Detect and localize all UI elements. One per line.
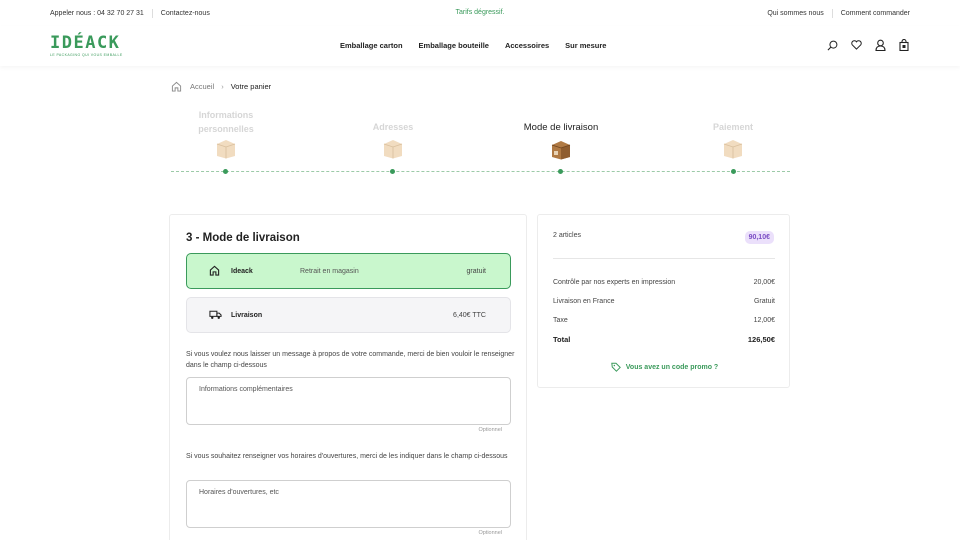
about-link[interactable]: Qui sommes nous bbox=[767, 10, 823, 17]
heart-icon[interactable] bbox=[850, 38, 862, 52]
summary-total-row: Total 126,50€ bbox=[553, 335, 775, 344]
step-dot bbox=[731, 169, 736, 174]
step-adresses[interactable]: Adresses bbox=[333, 122, 453, 159]
divider bbox=[831, 9, 833, 18]
nav-item-emballage-carton[interactable]: Emballage carton bbox=[340, 41, 403, 50]
message-textarea[interactable]: Informations complémentaires bbox=[186, 377, 511, 425]
articles-count: 2 articles bbox=[553, 232, 582, 239]
breadcrumb-current: Votre panier bbox=[230, 82, 272, 91]
step-informations[interactable]: Informations personnelles bbox=[166, 108, 286, 159]
divider bbox=[553, 258, 775, 259]
logo-text: IDÉACK bbox=[50, 33, 121, 53]
articles-total-badge: 90,10€ bbox=[744, 231, 774, 244]
nav-item-sur-mesure[interactable]: Sur mesure bbox=[565, 41, 606, 50]
message-placeholder: Informations complémentaires bbox=[199, 386, 293, 393]
logo-tagline: LE PACKAGING QUI VOUS EMBALLE bbox=[50, 53, 123, 57]
optional-label: Optionnel bbox=[478, 530, 502, 536]
top-bar: Appeler nous : 04 32 70 27 31 Contactez-… bbox=[0, 0, 960, 26]
total-label: Total bbox=[553, 335, 571, 344]
main-nav: Emballage carton Emballage bouteille Acc… bbox=[340, 41, 622, 50]
row-value: 20,00€ bbox=[753, 279, 775, 286]
message-help-text: Si vous voulez nous laisser un message à… bbox=[186, 351, 515, 369]
box-icon bbox=[550, 140, 572, 160]
nav-item-accessoires[interactable]: Accessoires bbox=[505, 41, 549, 50]
nav-item-emballage-bouteille[interactable]: Emballage bouteille bbox=[419, 41, 489, 50]
promo-banner: Tarifs dégressif. bbox=[455, 9, 505, 16]
progress-line bbox=[171, 171, 790, 172]
row-value: Gratuit bbox=[753, 298, 775, 305]
step-mode-de-livraison[interactable]: Mode de livraison bbox=[501, 122, 621, 160]
search-icon[interactable] bbox=[826, 38, 838, 52]
order-summary: 2 articles 90,10€ Contrôle par nos exper… bbox=[537, 214, 790, 388]
row-label: Taxe bbox=[553, 317, 568, 324]
checkout-steps: Informations personnelles Adresses Mode … bbox=[171, 108, 790, 178]
hours-placeholder: Horaires d'ouvertures, etc bbox=[199, 489, 279, 496]
summary-row: Contrôle par nos experts en impression 2… bbox=[553, 279, 775, 286]
main-header: IDÉACK LE PACKAGING QUI VOUS EMBALLE Emb… bbox=[0, 26, 960, 66]
option-name: Ideack bbox=[231, 267, 253, 275]
step-paiement[interactable]: Paiement bbox=[673, 122, 793, 159]
hours-textarea[interactable]: Horaires d'ouvertures, etc bbox=[186, 480, 511, 528]
logo[interactable]: IDÉACK LE PACKAGING QUI VOUS EMBALLE bbox=[50, 34, 123, 57]
option-price: gratuit bbox=[466, 267, 486, 275]
step-dot bbox=[223, 169, 228, 174]
home-icon bbox=[209, 265, 220, 278]
breadcrumb-home[interactable]: Accueil bbox=[190, 82, 214, 91]
step-dot bbox=[558, 169, 563, 174]
box-icon bbox=[382, 139, 404, 159]
cart-icon[interactable] bbox=[898, 38, 910, 52]
optional-label: Optionnel bbox=[478, 427, 502, 433]
step-label: Adresses bbox=[372, 122, 414, 132]
breadcrumb: Accueil › Votre panier bbox=[171, 81, 271, 92]
chevron-right-icon: › bbox=[221, 82, 224, 91]
summary-row: Livraison en France Gratuit bbox=[553, 298, 775, 305]
how-to-order-link[interactable]: Comment commander bbox=[841, 10, 910, 17]
user-icon[interactable] bbox=[874, 38, 886, 52]
delivery-option-livraison[interactable]: Livraison 6,40€ TTC bbox=[186, 297, 511, 333]
step-label: Informations personnelles bbox=[198, 110, 254, 134]
option-name: Livraison bbox=[231, 311, 263, 319]
delivery-option-ideack[interactable]: Ideack Retrait en magasin gratuit bbox=[186, 253, 511, 289]
hours-help-text: Si vous souhaitez renseigner vos horaire… bbox=[186, 453, 508, 460]
box-icon bbox=[215, 139, 237, 159]
summary-row: Taxe 12,00€ bbox=[553, 317, 775, 324]
promo-code-link[interactable]: Vous avez un code promo ? bbox=[538, 362, 791, 372]
delivery-card: 3 - Mode de livraison Ideack Retrait en … bbox=[169, 214, 527, 540]
row-value: 12,00€ bbox=[753, 317, 775, 324]
step-label: Mode de livraison bbox=[523, 122, 599, 133]
option-description: Retrait en magasin bbox=[300, 267, 359, 275]
row-label: Contrôle par nos experts en impression bbox=[553, 279, 676, 286]
option-price: 6,40€ TTC bbox=[453, 311, 486, 319]
section-title: 3 - Mode de livraison bbox=[186, 232, 300, 244]
step-dot bbox=[390, 169, 395, 174]
step-label: Paiement bbox=[712, 122, 754, 132]
promo-label: Vous avez un code promo ? bbox=[625, 363, 719, 371]
tag-icon bbox=[611, 362, 621, 372]
home-icon[interactable] bbox=[171, 81, 182, 92]
box-icon bbox=[722, 139, 744, 159]
row-label: Livraison en France bbox=[553, 298, 615, 305]
truck-icon bbox=[209, 309, 222, 322]
total-value: 126,50€ bbox=[747, 335, 775, 344]
